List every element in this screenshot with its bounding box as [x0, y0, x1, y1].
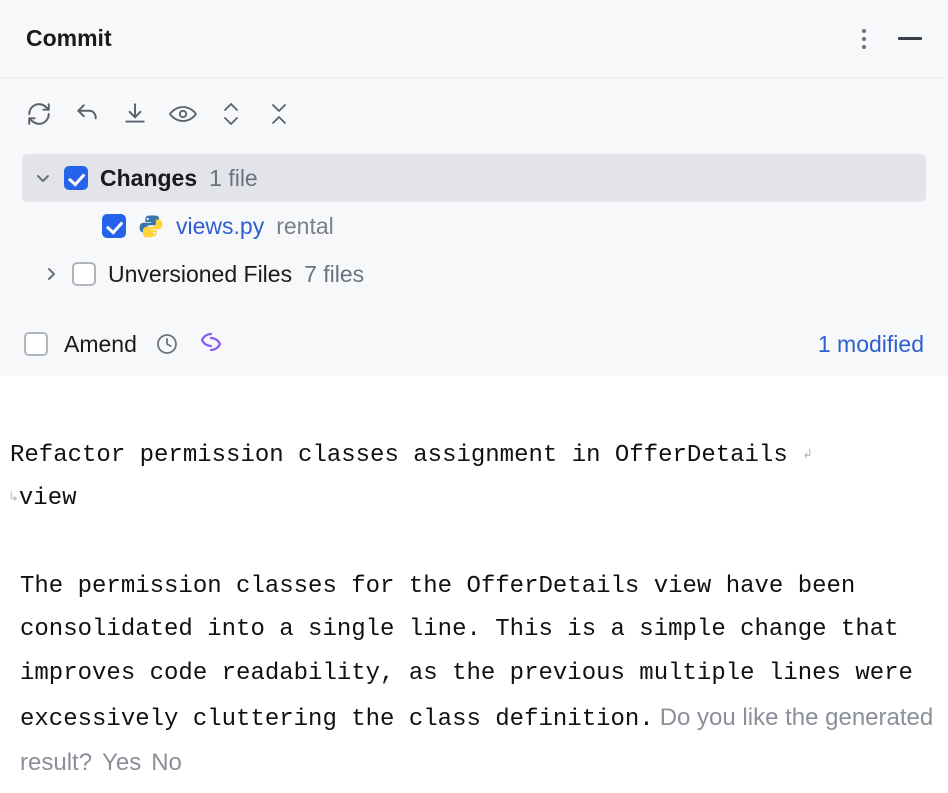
soft-wrap-icon: ↲ — [802, 447, 813, 462]
amend-label: Amend — [64, 331, 137, 358]
file-checkbox[interactable] — [102, 214, 126, 238]
shelve-icon[interactable] — [120, 99, 150, 129]
changes-count: 1 file — [209, 165, 258, 192]
changes-label: Changes — [100, 165, 197, 192]
chevron-right-icon[interactable] — [42, 265, 60, 283]
commit-message-subject: Refactor permission classes assignment i… — [10, 442, 788, 469]
history-icon[interactable] — [153, 330, 181, 358]
feedback-yes[interactable]: Yes — [102, 749, 141, 776]
python-file-icon — [138, 213, 164, 239]
commit-message-subject-wrap: view — [19, 485, 77, 512]
file-row[interactable]: views.py rental — [22, 202, 926, 250]
file-directory: rental — [276, 213, 334, 240]
soft-wrap-continuation-icon: ↳ — [8, 490, 19, 505]
collapse-all-icon[interactable] — [264, 99, 294, 129]
commit-options-bar: Amend 1 modified — [0, 320, 948, 376]
changes-group-row[interactable]: Changes 1 file — [22, 154, 926, 202]
file-name: views.py — [176, 213, 264, 240]
more-options-icon[interactable] — [856, 23, 872, 55]
refresh-icon[interactable] — [24, 99, 54, 129]
ai-generate-icon[interactable] — [197, 330, 225, 358]
modified-summary[interactable]: 1 modified — [818, 331, 924, 358]
header-actions — [856, 23, 922, 55]
expand-all-icon[interactable] — [216, 99, 246, 129]
amend-checkbox[interactable] — [24, 332, 48, 356]
commit-toolbar — [0, 78, 948, 150]
changes-checkbox[interactable] — [64, 166, 88, 190]
unversioned-checkbox[interactable] — [72, 262, 96, 286]
unversioned-group-row[interactable]: Unversioned Files 7 files — [22, 250, 926, 298]
commit-message-editor[interactable]: Refactor permission classes assignment i… — [0, 376, 948, 793]
feedback-no[interactable]: No — [151, 749, 182, 776]
panel-title: Commit — [26, 25, 856, 52]
minimize-icon[interactable] — [898, 37, 922, 40]
preview-diff-icon[interactable] — [168, 99, 198, 129]
rollback-icon[interactable] — [72, 99, 102, 129]
chevron-down-icon[interactable] — [34, 169, 52, 187]
unversioned-count: 7 files — [304, 261, 364, 288]
changes-tree: Changes 1 file views.py rental Unversion… — [0, 150, 948, 320]
panel-header: Commit — [0, 0, 948, 78]
unversioned-label: Unversioned Files — [108, 261, 292, 288]
